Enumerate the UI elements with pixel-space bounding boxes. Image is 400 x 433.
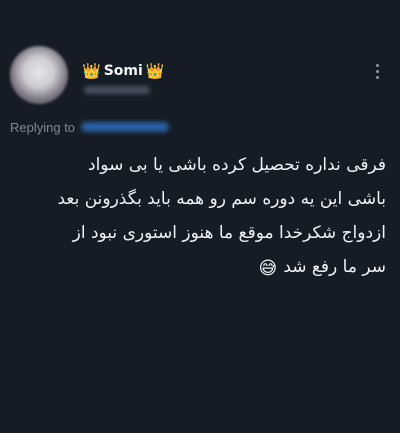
tweet-text-line: باشی این یه دوره سم رو همه باید بگذرونن …	[57, 189, 386, 209]
replying-to-label: Replying to	[10, 119, 76, 135]
tweet-text: فرقی نداره تحصیل کرده باشی یا بی سواد با…	[10, 148, 386, 286]
replying-to-row: Replying to	[10, 118, 170, 136]
more-vertical-icon	[375, 63, 379, 67]
tweet-text-line: فرقی نداره تحصیل کرده باشی یا بی سواد	[88, 155, 386, 175]
crown-icon: 👑	[82, 62, 101, 80]
author-name[interactable]: Somi	[104, 63, 143, 79]
tweet-text-line-end: سر ما رفع شد	[283, 257, 386, 277]
author-handle-redacted	[84, 86, 150, 94]
sweat-smile-emoji-icon: 😅	[258, 258, 278, 279]
tweet-text-line: سر ما رفع شد😅	[10, 250, 386, 286]
more-options-button[interactable]	[368, 60, 386, 82]
author-avatar[interactable]	[10, 46, 68, 104]
tweet-text-line: ازدواج شکرخدا موقع ما هنوز استوری نبود ا…	[72, 223, 386, 243]
author-row[interactable]: 👑 Somi 👑	[82, 60, 164, 82]
crown-icon: 👑	[145, 62, 165, 80]
reply-target-link-redacted[interactable]	[81, 122, 170, 132]
tweet-screen: 👑 Somi 👑 Replying to فرقی نداره تحصیل کر…	[0, 0, 400, 433]
